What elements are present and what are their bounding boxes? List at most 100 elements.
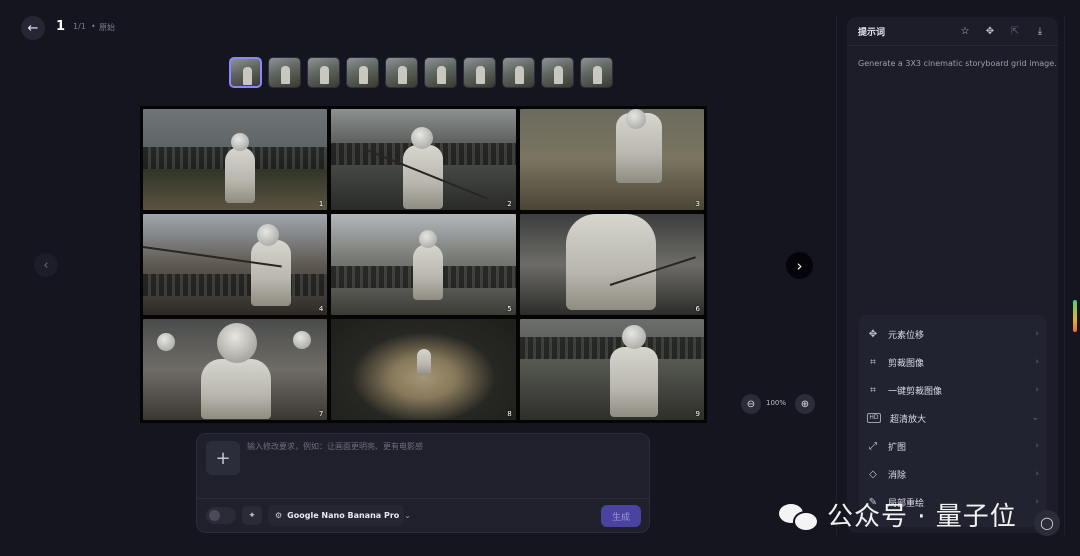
arrow-left-icon: ← <box>27 20 39 36</box>
mode-label: 原始 <box>99 23 115 32</box>
zoom-in-icon: ⊕ <box>800 398 810 410</box>
tool-label: 扩图 <box>888 442 907 453</box>
divider <box>197 498 649 499</box>
sidebar-title: 提示词 <box>858 28 886 38</box>
tool-element-move[interactable]: ✥ 元素位移 › <box>867 323 1039 345</box>
thumbnail[interactable] <box>229 57 262 88</box>
next-image-button[interactable]: › <box>786 252 813 279</box>
chevron-right-icon: › <box>1035 329 1039 339</box>
tool-erase[interactable]: ◇ 消除 › <box>867 463 1039 485</box>
tool-label: 剪裁图像 <box>888 358 925 369</box>
divider <box>836 15 837 535</box>
thumbnail[interactable] <box>463 57 496 88</box>
storyboard-panel: 3 <box>519 109 704 210</box>
thumbnail-strip <box>229 57 613 88</box>
panel-number: 4 <box>318 305 324 313</box>
star-icon: ☆ <box>960 25 970 37</box>
tool-auto-crop[interactable]: ⌗ 一键剪裁图像 › <box>867 379 1039 401</box>
thumbnail[interactable] <box>541 57 574 88</box>
panel-number: 7 <box>318 410 324 418</box>
magic-wand-icon: ✦ <box>248 510 256 521</box>
chat-bubble-icon: ◯ <box>1040 516 1054 530</box>
chevron-right-icon: › <box>1035 441 1039 451</box>
panel-number: 3 <box>695 200 700 208</box>
crop-icon: ⌗ <box>870 384 876 396</box>
thumbnail[interactable] <box>268 57 301 88</box>
toggle-switch[interactable] <box>206 507 236 524</box>
download-icon: ⤓ <box>1037 25 1043 37</box>
chevron-right-icon: › <box>1035 357 1039 367</box>
generate-button[interactable]: 生成 <box>601 505 641 527</box>
share-button[interactable]: ⇱ <box>1008 24 1022 38</box>
back-button[interactable]: ← <box>21 16 45 40</box>
zoom-in-button[interactable]: ⊕ <box>795 394 815 414</box>
chat-button[interactable]: ◯ <box>1034 510 1060 536</box>
previous-image-button[interactable]: ‹ <box>34 253 58 277</box>
panel-number: 8 <box>507 410 512 418</box>
edit-prompt-input[interactable] <box>247 441 637 481</box>
eraser-icon: ◇ <box>869 468 877 480</box>
watermark: 公众号 · 量子位 <box>779 496 1017 533</box>
favorite-button[interactable]: ☆ <box>958 24 972 38</box>
tool-label: 元素位移 <box>888 330 925 341</box>
panel-number: 2 <box>507 200 512 208</box>
chevron-right-icon: › <box>796 256 803 275</box>
chevron-down-icon: ⌄ <box>1031 413 1039 423</box>
chevron-right-icon: › <box>1035 497 1039 507</box>
expand-icon: ⤢ <box>869 440 877 452</box>
panel-number: 1 <box>318 200 324 208</box>
storyboard-image[interactable]: 1 2 3 4 5 6 7 8 9 <box>140 106 707 423</box>
crop-icon: ⌗ <box>870 356 876 368</box>
thumbnail[interactable] <box>502 57 535 88</box>
thumbnail[interactable] <box>307 57 340 88</box>
tool-label: 消除 <box>888 470 907 481</box>
prompt-text: Generate a 3X3 cinematic storyboard grid… <box>858 59 1057 68</box>
panel-number: 6 <box>695 305 700 313</box>
settings-sliders-icon: ⚙ <box>275 511 283 520</box>
tool-label: 一键剪裁图像 <box>888 386 943 397</box>
thumbnail[interactable] <box>346 57 379 88</box>
separator-dot: • <box>91 22 96 31</box>
thumbnail[interactable] <box>385 57 418 88</box>
storyboard-panel: 2 <box>331 109 516 210</box>
add-reference-button[interactable]: + <box>206 441 240 475</box>
model-name: Google Nano Banana Pro <box>287 511 400 520</box>
toggle-knob <box>209 510 220 521</box>
chevron-left-icon: ‹ <box>43 257 49 273</box>
side-indicator <box>1073 300 1077 332</box>
hd-icon: HD <box>867 413 881 423</box>
model-select[interactable]: ⚙ Google Nano Banana Pro ⌄ <box>268 505 411 526</box>
storyboard-panel: 8 <box>331 319 516 420</box>
thumbnail[interactable] <box>424 57 457 88</box>
tool-expand[interactable]: ⤢ 扩图 › <box>867 435 1039 457</box>
page-number: 1 <box>56 19 66 34</box>
chevron-right-icon: › <box>1035 469 1039 479</box>
zoom-out-icon: ⊖ <box>746 398 756 410</box>
tool-crop-image[interactable]: ⌗ 剪裁图像 › <box>867 351 1039 373</box>
storyboard-panel: 5 <box>331 214 516 315</box>
zoom-level: 100% <box>766 399 787 407</box>
zoom-out-button[interactable]: ⊖ <box>741 394 761 414</box>
panel-number: 5 <box>507 305 512 313</box>
watermark-text: 公众号 · 量子位 <box>827 502 1017 532</box>
storyboard-panel: 7 <box>143 319 328 420</box>
tool-upscale[interactable]: HD 超清放大 ⌄ <box>867 407 1039 429</box>
share-icon: ⇱ <box>1010 25 1020 37</box>
storyboard-panel: 1 <box>143 109 328 210</box>
panel-number: 9 <box>695 410 700 418</box>
move-button[interactable]: ✥ <box>983 24 997 38</box>
tool-label: 超清放大 <box>890 414 927 425</box>
move-icon: ✥ <box>868 328 878 340</box>
storyboard-panel: 9 <box>519 319 704 420</box>
storyboard-panel: 4 <box>143 214 328 315</box>
chevron-right-icon: › <box>1035 385 1039 395</box>
chevron-down-icon: ⌄ <box>404 511 411 520</box>
download-button[interactable]: ⤓ <box>1033 24 1047 38</box>
page-count: 1/1 <box>73 22 86 31</box>
move-icon: ✥ <box>985 25 995 37</box>
magic-wand-button[interactable]: ✦ <box>242 506 262 525</box>
plus-icon: + <box>215 447 231 469</box>
thumbnail[interactable] <box>580 57 613 88</box>
storyboard-panel: 6 <box>519 214 704 315</box>
wechat-logo <box>779 500 819 532</box>
